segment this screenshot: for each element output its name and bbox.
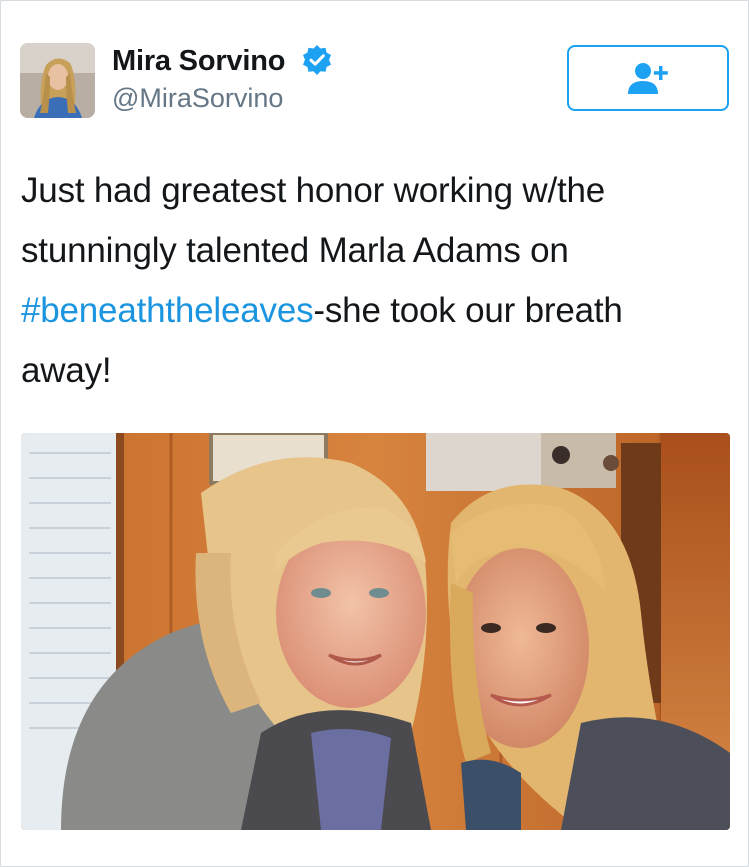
follow-button[interactable] <box>567 45 729 111</box>
tweet-text-segment: -she took our breath <box>313 291 623 330</box>
photo-image <box>21 433 730 830</box>
tweet-card: Mira Sorvino @MiraSorvino Just had great… <box>0 0 749 867</box>
add-user-icon <box>628 63 668 94</box>
hashtag-link[interactable]: #beneaththeleaves <box>21 291 314 330</box>
tweet-photo[interactable] <box>21 433 730 830</box>
blur-patch <box>146 361 686 385</box>
avatar[interactable] <box>20 43 95 118</box>
tweet-text-line: stunningly talented Marla Adams on <box>21 231 569 270</box>
verified-badge-icon <box>301 44 333 76</box>
author-handle[interactable]: @MiraSorvino <box>112 83 283 114</box>
blur-patch <box>346 71 521 125</box>
tweet-text-line: #beneaththeleaves-she took our breath <box>21 281 721 341</box>
author-name[interactable]: Mira Sorvino <box>112 45 285 78</box>
tweet-text-line: Just had greatest honor working w/the <box>21 171 606 210</box>
